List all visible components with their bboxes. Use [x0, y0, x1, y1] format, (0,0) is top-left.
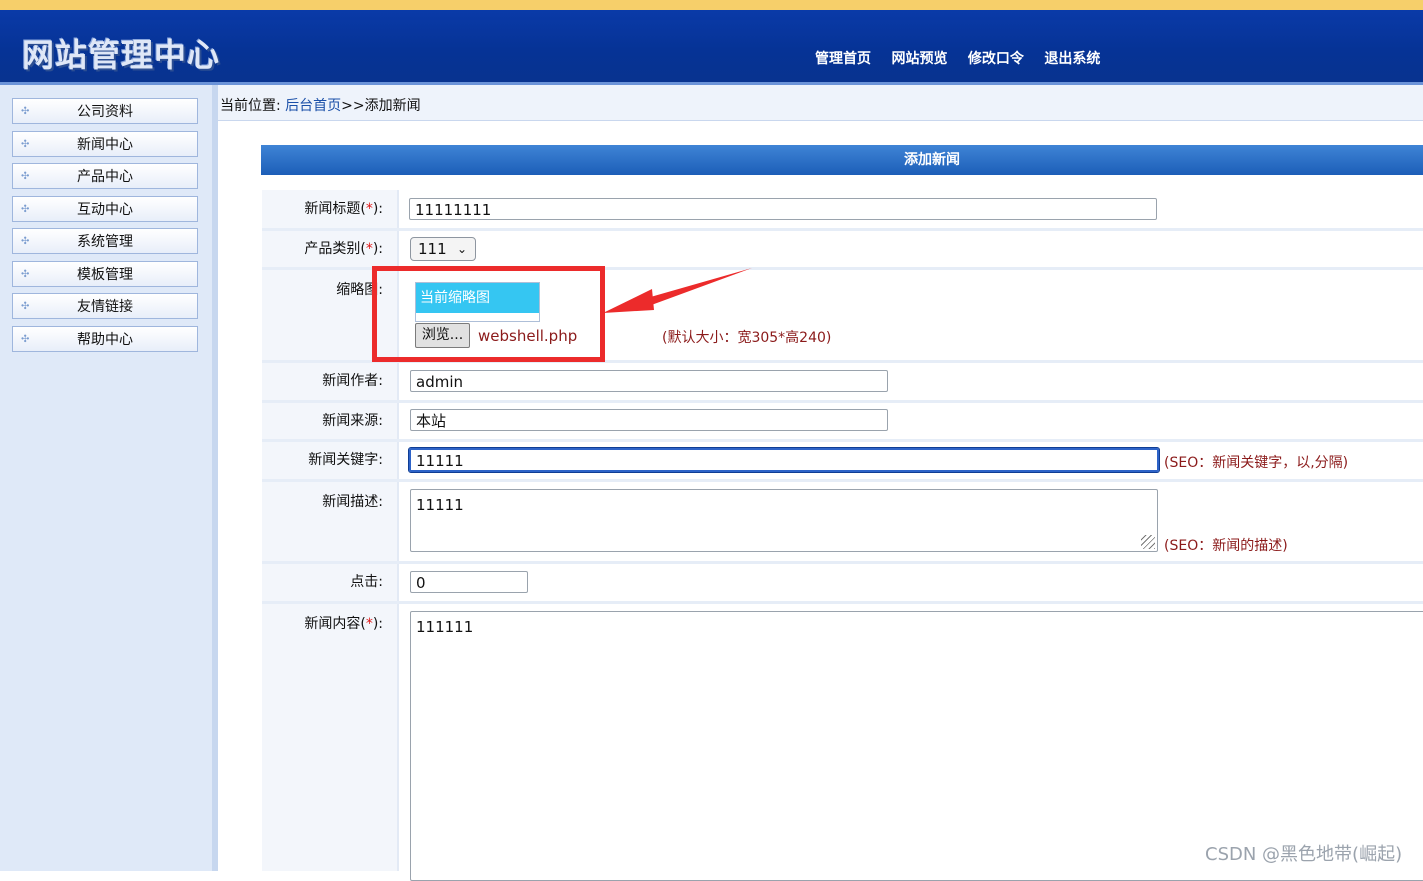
keywords-hint: (SEO：新闻关键字，以,分隔) — [1164, 455, 1349, 471]
row-description: 新闻描述: 11111 (SEO：新闻的描述) — [262, 482, 1423, 561]
field-label: 产品类别(*): — [262, 231, 399, 267]
sidebar-item-label: 帮助中心 — [77, 332, 133, 348]
field-label: 新闻来源: — [262, 403, 399, 439]
nav-site-preview[interactable]: 网站预览 — [891, 51, 947, 67]
watermark: CSDN @黑色地带(崛起) — [1205, 844, 1403, 865]
row-source: 新闻来源: 本站 — [262, 403, 1423, 439]
field-label: 新闻标题(*): — [262, 190, 399, 228]
row-keywords: 新闻关键字: 11111 (SEO：新闻关键字，以,分隔) — [262, 442, 1423, 479]
field-label: 新闻描述: — [262, 482, 399, 561]
bullet-icon: ✣ — [21, 269, 30, 280]
sidebar-item-system[interactable]: ✣ 系统管理 — [12, 228, 198, 254]
breadcrumb-bar: 当前位置: 后台首页>>添加新闻 — [218, 85, 1423, 121]
sidebar-item-label: 互动中心 — [77, 202, 133, 218]
top-strip — [0, 0, 1423, 10]
description-textarea[interactable]: 11111 — [410, 489, 1158, 552]
header: 网站管理中心 管理首页 网站预览 修改口令 退出系统 — [0, 10, 1423, 85]
sidebar-item-label: 模板管理 — [77, 267, 133, 283]
description-hint: (SEO：新闻的描述) — [1164, 538, 1288, 554]
sidebar-item-news[interactable]: ✣ 新闻中心 — [12, 131, 198, 157]
resize-handle-icon[interactable] — [1141, 535, 1155, 549]
bullet-icon: ✣ — [21, 106, 30, 117]
site-logo: 网站管理中心 — [22, 36, 221, 74]
author-input[interactable]: admin — [410, 370, 888, 392]
field-label: 新闻关键字: — [262, 442, 399, 479]
bullet-icon: ✣ — [21, 236, 30, 247]
form-title: 添加新闻 — [904, 152, 960, 168]
news-title-input[interactable]: 11111111 — [409, 198, 1157, 220]
row-news-title: 新闻标题(*): 11111111 — [262, 190, 1423, 228]
nav-change-password[interactable]: 修改口令 — [968, 51, 1024, 67]
sidebar-item-label: 系统管理 — [77, 234, 133, 250]
field-label: 新闻内容(*): — [262, 604, 399, 871]
row-author: 新闻作者: admin — [262, 363, 1423, 400]
keywords-input[interactable]: 11111 — [408, 447, 1160, 473]
row-clicks: 点击: 0 — [262, 564, 1423, 601]
sidebar: ✣ 公司资料 ✣ 新闻中心 ✣ 产品中心 ✣ 互动中心 ✣ 系统管理 ✣ 模板管理 ✣ 友情链… — [0, 85, 218, 871]
bullet-icon: ✣ — [21, 139, 30, 150]
sidebar-item-label: 公司资料 — [77, 104, 133, 120]
bullet-icon: ✣ — [21, 204, 30, 215]
field-label: 点击: — [262, 564, 399, 601]
nav-logout[interactable]: 退出系统 — [1044, 51, 1100, 67]
category-select[interactable]: 111 ⌄ — [410, 237, 476, 261]
bullet-icon: ✣ — [21, 301, 30, 312]
sidebar-item-label: 友情链接 — [77, 299, 133, 315]
sidebar-item-label: 新闻中心 — [77, 137, 133, 153]
thumbnail-size-hint: (默认大小：宽305*高240) — [662, 330, 832, 346]
field-label: 新闻作者: — [262, 363, 399, 400]
sidebar-item-links[interactable]: ✣ 友情链接 — [12, 293, 198, 319]
source-input[interactable]: 本站 — [410, 409, 888, 431]
sidebar-item-help[interactable]: ✣ 帮助中心 — [12, 326, 198, 352]
row-category: 产品类别(*): 111 ⌄ — [262, 231, 1423, 267]
sidebar-item-interaction[interactable]: ✣ 互动中心 — [12, 196, 198, 222]
top-nav: 管理首页 网站预览 修改口令 退出系统 — [815, 48, 1116, 68]
breadcrumb-separator: >> — [341, 98, 365, 114]
clicks-input[interactable]: 0 — [410, 571, 528, 593]
row-content: 新闻内容(*): 111111 — [262, 604, 1423, 881]
sidebar-item-templates[interactable]: ✣ 模板管理 — [12, 261, 198, 287]
sidebar-item-label: 产品中心 — [77, 169, 133, 185]
breadcrumb: 当前位置: 后台首页>>添加新闻 — [220, 95, 421, 115]
breadcrumb-home-link[interactable]: 后台首页 — [285, 98, 341, 114]
bullet-icon: ✣ — [21, 334, 30, 345]
sidebar-item-company[interactable]: ✣ 公司资料 — [12, 98, 198, 124]
nav-admin-home[interactable]: 管理首页 — [815, 51, 871, 67]
form-title-bar: 添加新闻 — [261, 145, 1423, 175]
breadcrumb-prefix: 当前位置: — [220, 98, 286, 114]
chevron-down-icon: ⌄ — [456, 242, 467, 256]
annotation-highlight-box — [372, 266, 605, 362]
breadcrumb-current: 添加新闻 — [364, 98, 421, 114]
sidebar-item-products[interactable]: ✣ 产品中心 — [12, 163, 198, 189]
bullet-icon: ✣ — [21, 171, 30, 182]
